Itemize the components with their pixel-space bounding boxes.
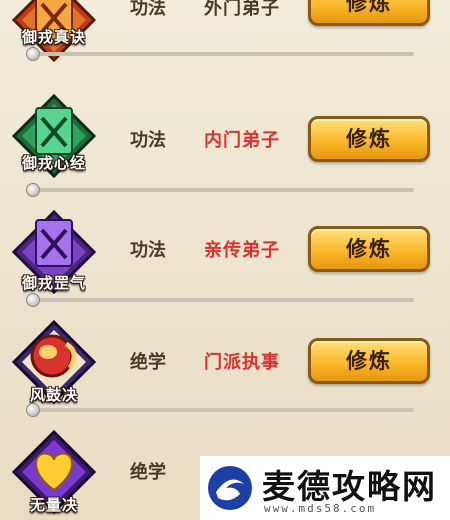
progress-knob xyxy=(26,47,40,61)
skill-type: 功法 xyxy=(130,240,166,261)
progress-track xyxy=(28,52,414,56)
skill-row: 风鼓决 绝学 门派执事 修炼 xyxy=(0,316,450,420)
watermark-url: www.mds58.com xyxy=(264,502,377,515)
skill-row: 御戎罡气 功法 亲传弟子 修炼 xyxy=(0,206,450,310)
swirl-logo-icon xyxy=(206,464,254,512)
cultivate-button[interactable]: 修炼 xyxy=(308,226,430,272)
skill-name: 御戎真诀 xyxy=(21,28,86,46)
skill-name: 御戎心经 xyxy=(21,154,86,172)
progress-track xyxy=(28,188,414,192)
skill-name: 御戎罡气 xyxy=(21,274,86,292)
skill-name: 无量决 xyxy=(29,496,78,514)
progress-track xyxy=(28,298,414,302)
skill-type: 绝学 xyxy=(130,352,166,373)
progress-knob xyxy=(26,293,40,307)
skill-row: 御戎真诀 功法 外门弟子 修炼 xyxy=(0,0,450,78)
skill-name: 风鼓决 xyxy=(29,386,78,404)
skill-type: 绝学 xyxy=(130,462,166,483)
required-rank: 内门弟子 xyxy=(204,130,280,151)
progress-knob xyxy=(26,183,40,197)
cultivate-button[interactable]: 修炼 xyxy=(308,338,430,384)
progress-knob xyxy=(26,403,40,417)
required-rank: 外门弟子 xyxy=(204,0,280,19)
progress-track xyxy=(28,408,414,412)
cultivate-button[interactable]: 修炼 xyxy=(308,116,430,162)
watermark-title: 麦德攻略网 xyxy=(262,467,437,506)
required-rank: 亲传弟子 xyxy=(204,240,280,261)
skill-type: 功法 xyxy=(130,130,166,151)
skill-list-panel: 御戎真诀 功法 外门弟子 修炼 御戎心经 功法 内门弟子 修炼 御戎罡气 功法 … xyxy=(0,0,450,520)
required-rank: 门派执事 xyxy=(204,352,280,373)
watermark: 麦德攻略网 www.mds58.com xyxy=(200,456,450,520)
cultivate-button[interactable]: 修炼 xyxy=(308,0,430,26)
skill-row: 御戎心经 功法 内门弟子 修炼 xyxy=(0,90,450,197)
skill-type: 功法 xyxy=(130,0,166,19)
